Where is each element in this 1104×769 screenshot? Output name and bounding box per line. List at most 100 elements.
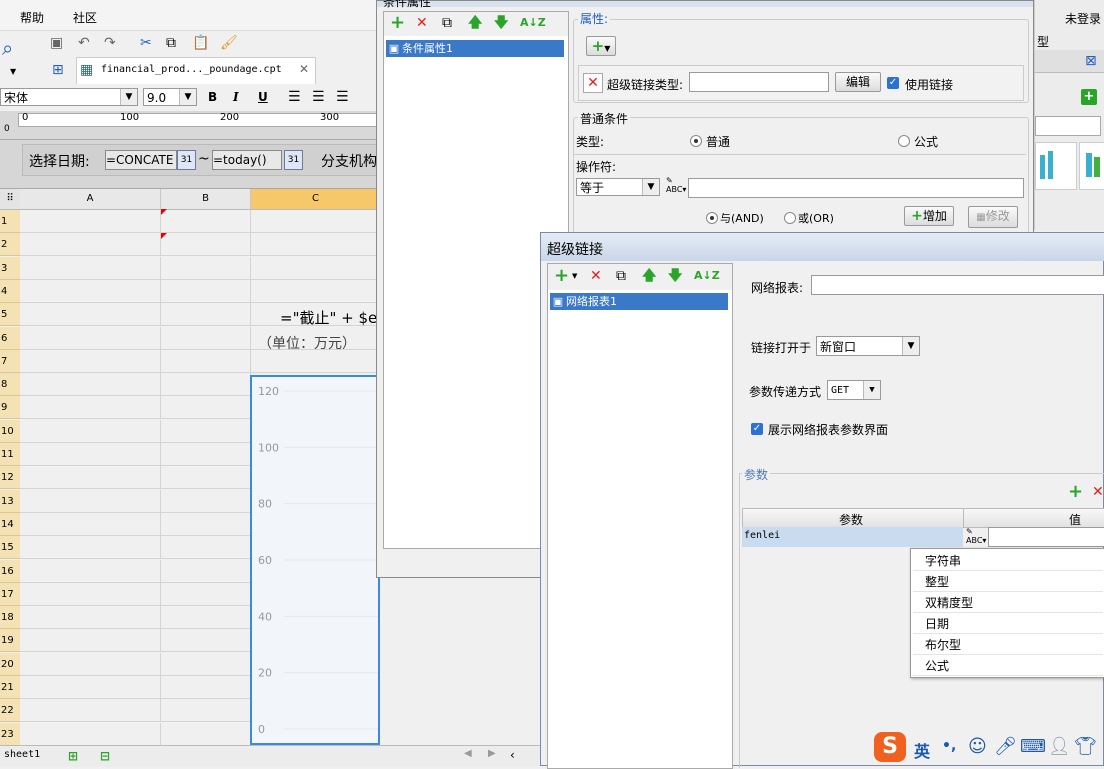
- add-property-button[interactable]: +▼: [586, 36, 616, 56]
- operand-field[interactable]: [688, 178, 1024, 198]
- param-pass-select[interactable]: GET ▼: [827, 380, 881, 400]
- list-item[interactable]: 整型: [913, 572, 1103, 592]
- row-header[interactable]: 20: [0, 652, 20, 676]
- sort-icon[interactable]: A↓Z: [520, 14, 546, 32]
- use-link-checkbox[interactable]: ✓: [887, 75, 899, 89]
- calendar-icon[interactable]: 31: [177, 150, 196, 170]
- sort-icon[interactable]: A↓Z: [694, 267, 720, 285]
- row-header[interactable]: 7: [0, 349, 20, 373]
- param-name-cell[interactable]: fenlei: [742, 527, 963, 547]
- align-right-icon[interactable]: ☰: [336, 88, 349, 106]
- row-header[interactable]: 3: [0, 256, 20, 280]
- edit-button[interactable]: 编辑: [835, 72, 881, 92]
- bold-button[interactable]: B: [208, 90, 217, 104]
- italic-button[interactable]: I: [233, 90, 239, 104]
- new-report-icon[interactable]: ⊞: [52, 61, 64, 79]
- row-header[interactable]: 15: [0, 536, 20, 560]
- row-header[interactable]: 13: [0, 489, 20, 513]
- font-size-select[interactable]: 9.0 ▼: [143, 88, 197, 106]
- add-condition-button[interactable]: +增加: [904, 206, 954, 226]
- row-header[interactable]: 22: [0, 699, 20, 723]
- value-type-icon[interactable]: ✎ ABC▾: [966, 527, 986, 545]
- value-type-icon[interactable]: ✎ ABC▾: [666, 176, 686, 194]
- type-normal-radio[interactable]: [690, 133, 702, 147]
- close-tab-icon[interactable]: ✕: [299, 62, 309, 76]
- search-preview-icon[interactable]: ⌕: [2, 38, 13, 58]
- calendar-icon[interactable]: 31: [284, 150, 303, 170]
- table-row[interactable]: [20, 279, 380, 303]
- list-item[interactable]: 字符串: [913, 551, 1103, 571]
- show-params-checkbox[interactable]: ✓: [751, 421, 763, 435]
- ime-punct[interactable]: •,: [942, 738, 956, 754]
- row-header[interactable]: 6: [0, 326, 20, 350]
- add-form-sheet-icon[interactable]: ⊟: [100, 747, 110, 765]
- delete-param-icon[interactable]: ✕: [1092, 483, 1104, 501]
- or-radio[interactable]: [784, 210, 796, 224]
- skin-shirt-icon[interactable]: 👕︎: [1074, 736, 1097, 757]
- table-row[interactable]: [20, 256, 380, 280]
- row-header[interactable]: 12: [0, 466, 20, 490]
- start-date-field[interactable]: =CONCATE: [105, 150, 177, 170]
- param-value-field[interactable]: [988, 527, 1104, 547]
- chart-type-icon[interactable]: ⊠: [1085, 52, 1097, 70]
- user-icon[interactable]: 👤︎: [1048, 736, 1071, 757]
- row-header[interactable]: 5: [0, 303, 20, 327]
- chart-cell[interactable]: 0 20 40 60 80 100 120: [250, 375, 380, 745]
- table-row[interactable]: [20, 210, 380, 233]
- panel-input[interactable]: [1035, 116, 1101, 136]
- chart-style-thumb[interactable]: [1035, 142, 1077, 190]
- scroll-left-icon[interactable]: ◀: [464, 748, 472, 759]
- list-item[interactable]: ▣ 条件属性1: [386, 40, 564, 57]
- move-down-icon[interactable]: 🡇: [494, 14, 508, 32]
- delete-icon[interactable]: ✕: [590, 267, 602, 285]
- add-icon[interactable]: +: [390, 14, 405, 32]
- delete-icon[interactable]: ✕: [416, 14, 428, 32]
- column-header-a[interactable]: A: [20, 189, 161, 210]
- copy-icon[interactable]: ⧉: [616, 267, 626, 285]
- row-header[interactable]: 11: [0, 443, 20, 466]
- underline-button[interactable]: U: [258, 90, 268, 104]
- list-item[interactable]: 布尔型: [913, 635, 1103, 655]
- chevron-down-icon[interactable]: ▼: [572, 272, 577, 280]
- chart-style-thumb[interactable]: [1079, 142, 1104, 190]
- table-row[interactable]: [20, 233, 380, 257]
- font-family-select[interactable]: 宋体 ▼: [0, 88, 138, 106]
- move-up-icon[interactable]: 🡅: [642, 267, 656, 285]
- list-item[interactable]: ▣ 网络报表1: [550, 293, 728, 310]
- row-header[interactable]: 9: [0, 396, 20, 420]
- row-header[interactable]: 14: [0, 512, 20, 536]
- scroll-right-icon[interactable]: ▶: [488, 748, 496, 759]
- open-in-select[interactable]: 新窗口 ▼: [816, 336, 920, 356]
- add-param-icon[interactable]: +: [1068, 483, 1083, 501]
- cut-icon[interactable]: ✂: [140, 34, 152, 52]
- paste-icon[interactable]: 📋: [192, 34, 209, 52]
- table-row[interactable]: [20, 349, 380, 373]
- copy-icon[interactable]: ⧉: [166, 34, 176, 52]
- undo-icon[interactable]: ↶: [78, 34, 90, 52]
- copy-icon[interactable]: ⧉: [442, 14, 452, 32]
- add-icon[interactable]: +: [554, 267, 569, 285]
- modify-condition-button[interactable]: ▦修改: [968, 206, 1018, 228]
- type-formula-radio[interactable]: [898, 133, 910, 147]
- column-header-b[interactable]: B: [161, 189, 251, 210]
- hyperlink-type-field[interactable]: [689, 72, 829, 92]
- align-left-icon[interactable]: ☰: [288, 88, 301, 106]
- row-header[interactable]: 21: [0, 676, 20, 699]
- menu-help[interactable]: 帮助: [20, 9, 44, 26]
- chevron-down-icon[interactable]: ▼: [10, 67, 16, 76]
- row-header[interactable]: 17: [0, 582, 20, 606]
- operator-select[interactable]: 等于 ▼: [576, 178, 660, 196]
- row-header[interactable]: 23: [0, 722, 20, 746]
- list-item[interactable]: 日期: [913, 614, 1103, 634]
- row-header[interactable]: 2: [0, 233, 20, 257]
- and-radio[interactable]: [706, 210, 718, 224]
- chevron-left-icon[interactable]: ‹: [510, 748, 515, 762]
- row-header[interactable]: 8: [0, 373, 20, 397]
- cell-c6[interactable]: （单位：万元）: [258, 333, 356, 353]
- add-icon[interactable]: +: [1081, 89, 1097, 105]
- remove-property-icon[interactable]: ✕: [583, 73, 603, 93]
- keyboard-icon[interactable]: ⌨: [1020, 736, 1046, 757]
- params-table-row[interactable]: fenlei ✎ ABC▾: [742, 527, 1104, 547]
- menu-community[interactable]: 社区: [73, 9, 97, 26]
- ime-lang[interactable]: 英: [914, 738, 930, 762]
